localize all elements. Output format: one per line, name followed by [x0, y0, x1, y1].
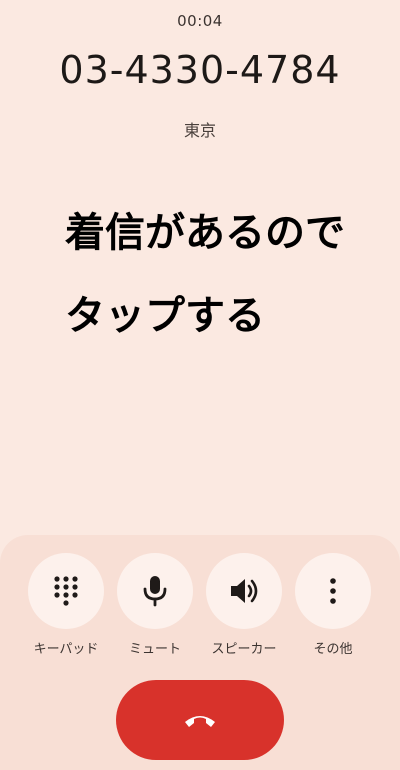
keypad-label: キーパッド	[33, 642, 99, 657]
mute-button[interactable]: ミュート	[115, 553, 195, 657]
caller-location: 東京	[183, 121, 216, 140]
speaker-button[interactable]: スピーカー	[204, 553, 284, 657]
keypad-circle[interactable]	[28, 553, 104, 629]
mute-circle[interactable]	[117, 553, 193, 629]
call-timer: 00:04	[177, 12, 223, 30]
dialpad-icon	[54, 576, 78, 606]
phone-number: 03-4330-4784	[59, 48, 341, 92]
annotation-line-1: 着信があるので	[65, 210, 345, 256]
more-circle[interactable]	[295, 553, 371, 629]
speaker-label: スピーカー	[211, 642, 277, 657]
keypad-button[interactable]: キーパッド	[26, 553, 106, 657]
call-end-icon	[185, 716, 215, 727]
microphone-icon	[143, 576, 167, 607]
speaker-circle[interactable]	[206, 553, 282, 629]
end-call-button[interactable]	[116, 680, 284, 760]
more-vert-icon	[330, 578, 336, 604]
call-screen: 00:04 03-4330-4784 東京 着信があるので タップする キーパッ…	[0, 0, 400, 770]
more-label: その他	[313, 642, 353, 657]
more-button[interactable]: その他	[293, 553, 373, 657]
annotation-line-2: タップする	[65, 293, 265, 339]
mute-label: ミュート	[128, 642, 181, 657]
speaker-icon	[231, 579, 258, 603]
